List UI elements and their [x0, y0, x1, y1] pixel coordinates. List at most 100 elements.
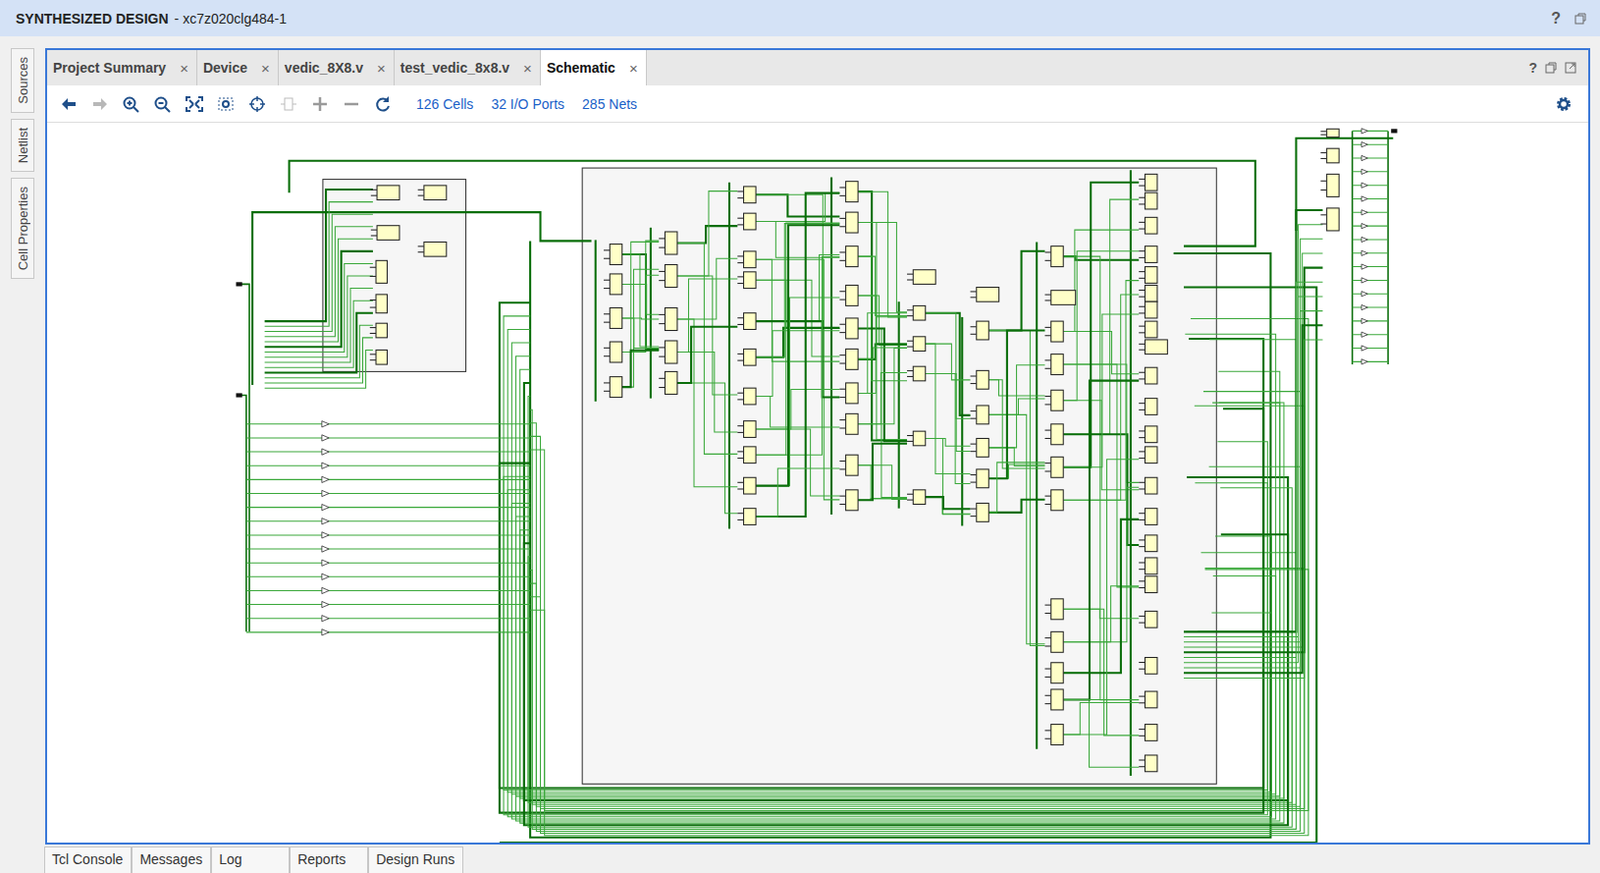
close-button[interactable]: ×: [629, 59, 639, 77]
buffer[interactable]: [321, 615, 329, 622]
zoom-out-icon[interactable]: [153, 95, 173, 113]
net[interactable]: [677, 278, 738, 352]
cell[interactable]: [976, 405, 989, 425]
net[interactable]: [677, 352, 738, 432]
net[interactable]: [246, 492, 531, 494]
buffer[interactable]: [1361, 128, 1368, 134]
gear-icon[interactable]: [1554, 95, 1573, 113]
net[interactable]: [857, 191, 907, 440]
net[interactable]: [755, 259, 840, 500]
cell[interactable]: [1144, 173, 1157, 191]
cell[interactable]: [1144, 192, 1157, 210]
net[interactable]: [622, 268, 659, 387]
net[interactable]: [857, 295, 907, 440]
net[interactable]: [530, 391, 1300, 832]
cell[interactable]: [1144, 557, 1157, 575]
buffer[interactable]: [321, 629, 329, 636]
net[interactable]: [755, 194, 840, 328]
collapse-icon[interactable]: [278, 95, 299, 113]
buffer[interactable]: [1361, 155, 1368, 160]
net[interactable]: [1063, 331, 1139, 374]
net[interactable]: [265, 349, 374, 388]
net[interactable]: [246, 533, 531, 535]
net[interactable]: [520, 402, 1284, 823]
net[interactable]: [925, 496, 971, 514]
net[interactable]: [1063, 182, 1139, 468]
net[interactable]: [246, 423, 531, 425]
net[interactable]: [1352, 320, 1388, 321]
net[interactable]: [1063, 486, 1139, 642]
net[interactable]: [857, 343, 907, 359]
net[interactable]: [528, 396, 1292, 803]
net[interactable]: [265, 313, 374, 374]
net[interactable]: [622, 254, 659, 347]
cell[interactable]: [376, 225, 400, 241]
cell[interactable]: [1144, 534, 1157, 552]
buffer[interactable]: [1361, 223, 1368, 229]
cell[interactable]: [1051, 631, 1064, 652]
net[interactable]: [677, 275, 738, 395]
buffer[interactable]: [321, 462, 329, 469]
net[interactable]: [507, 328, 1272, 792]
net[interactable]: [677, 326, 738, 383]
buffer[interactable]: [1361, 264, 1368, 269]
net[interactable]: [1352, 279, 1388, 281]
net[interactable]: [239, 283, 250, 632]
cell[interactable]: [664, 371, 677, 394]
net[interactable]: [265, 324, 374, 377]
net[interactable]: [1063, 433, 1139, 545]
close-button[interactable]: ×: [523, 59, 533, 77]
net[interactable]: [622, 254, 659, 350]
net[interactable]: [252, 212, 591, 385]
cell[interactable]: [1144, 446, 1157, 464]
buffer[interactable]: [1361, 210, 1368, 215]
cell[interactable]: [846, 413, 858, 434]
cell[interactable]: [609, 341, 622, 363]
net[interactable]: [530, 240, 1271, 837]
cell[interactable]: [846, 382, 858, 404]
net[interactable]: [1183, 339, 1323, 679]
net[interactable]: [524, 533, 1288, 825]
editor-tab[interactable]: test_vedic_8x8.v ×: [394, 50, 541, 86]
net[interactable]: [246, 520, 531, 522]
net[interactable]: [755, 193, 840, 517]
net[interactable]: [728, 182, 731, 530]
net[interactable]: [1063, 701, 1139, 735]
cell[interactable]: [846, 246, 858, 267]
cell[interactable]: [912, 430, 925, 446]
cell[interactable]: [744, 508, 756, 526]
net[interactable]: [1352, 252, 1388, 254]
net[interactable]: [755, 327, 840, 358]
cell[interactable]: [1051, 689, 1064, 710]
remove-icon[interactable]: [341, 95, 362, 113]
cell[interactable]: [424, 185, 447, 201]
net[interactable]: [649, 227, 652, 399]
net[interactable]: [857, 465, 907, 499]
net[interactable]: [622, 317, 659, 320]
net[interactable]: [755, 256, 840, 455]
net[interactable]: [1352, 157, 1388, 159]
cell[interactable]: [664, 231, 677, 255]
net[interactable]: [857, 256, 907, 316]
cell[interactable]: [424, 241, 447, 257]
cell[interactable]: [1051, 662, 1064, 684]
net[interactable]: [677, 319, 738, 487]
cell[interactable]: [912, 305, 925, 320]
cell[interactable]: [1051, 354, 1064, 375]
net[interactable]: [1352, 347, 1388, 349]
cell[interactable]: [1051, 724, 1064, 746]
output-port[interactable]: [1390, 128, 1397, 133]
net[interactable]: [755, 279, 840, 357]
buffer[interactable]: [321, 489, 329, 496]
net[interactable]: [622, 240, 659, 352]
net[interactable]: [1183, 324, 1323, 673]
net[interactable]: [1352, 293, 1388, 295]
net[interactable]: [622, 318, 659, 348]
cell[interactable]: [744, 446, 756, 464]
cell[interactable]: [1144, 576, 1157, 593]
net[interactable]: [1063, 280, 1139, 501]
net[interactable]: [1063, 519, 1139, 673]
buffer[interactable]: [321, 434, 329, 441]
buffer[interactable]: [1361, 182, 1368, 188]
buffer[interactable]: [321, 518, 329, 525]
